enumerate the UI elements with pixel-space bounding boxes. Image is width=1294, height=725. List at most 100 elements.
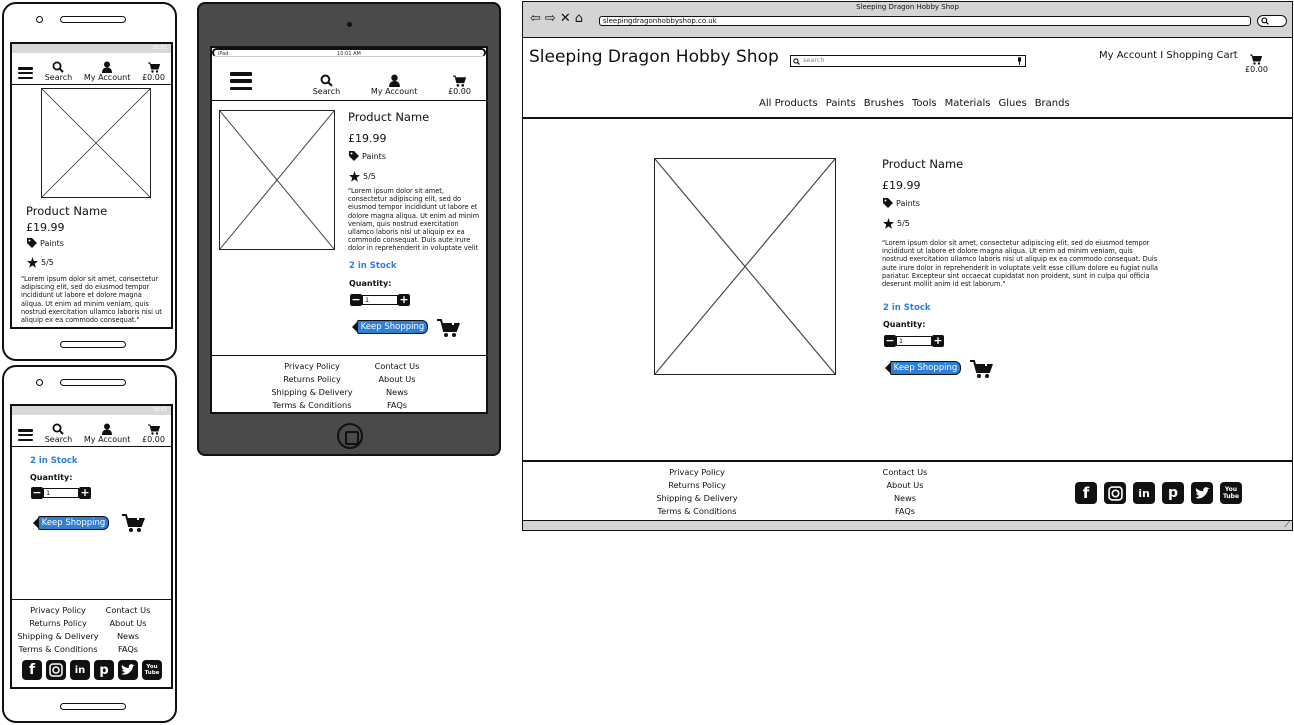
- browser-window: Sleeping Dragon Hobby Shop ⇦ ⇨ ✕ ⌂ sleep…: [522, 1, 1293, 531]
- facebook-icon[interactable]: f: [22, 660, 42, 680]
- nav-paints[interactable]: Paints: [826, 98, 856, 109]
- nav-cart[interactable]: £0.00: [142, 424, 165, 444]
- footer-link-contact[interactable]: Contact Us: [375, 360, 420, 373]
- quantity-stepper[interactable]: − 1 +: [884, 335, 944, 347]
- quantity-field[interactable]: 1: [43, 488, 79, 498]
- back-arrow-icon[interactable]: ⇦: [530, 12, 541, 25]
- footer-link-privacy[interactable]: Privacy Policy: [30, 604, 86, 617]
- nav-brushes[interactable]: Brushes: [864, 98, 904, 109]
- footer-link-contact[interactable]: Contact Us: [106, 604, 151, 617]
- quantity-field[interactable]: 1: [362, 295, 398, 305]
- nav-search-label: Search: [44, 435, 73, 444]
- hamburger-menu-icon[interactable]: [18, 429, 33, 441]
- header-cart-total: £0.00: [1245, 65, 1268, 74]
- footer-link-about[interactable]: About Us: [109, 617, 146, 630]
- nav-search[interactable]: Search: [45, 61, 72, 82]
- twitter-icon[interactable]: [1191, 482, 1213, 504]
- pinterest-icon[interactable]: p: [94, 660, 114, 680]
- nav-cart[interactable]: £0.00: [142, 62, 165, 82]
- footer-link-returns[interactable]: Returns Policy: [283, 373, 341, 386]
- status-time: 10:01: [152, 45, 167, 51]
- keep-shopping-button[interactable]: Keep Shopping: [890, 361, 961, 375]
- nav-account-label: My Account: [83, 435, 131, 444]
- add-to-cart-icon[interactable]: [122, 512, 146, 534]
- footer-link-faqs[interactable]: FAQs: [895, 505, 915, 518]
- footer-link-news[interactable]: News: [894, 492, 916, 505]
- footer-link-shipping[interactable]: Shipping & Delivery: [17, 630, 98, 643]
- footer-link-returns[interactable]: Returns Policy: [29, 617, 87, 630]
- youtube-icon[interactable]: You Tube: [1220, 482, 1242, 504]
- linkedin-icon[interactable]: in: [1133, 482, 1155, 504]
- nav-tools[interactable]: Tools: [912, 98, 937, 109]
- keep-shopping-button[interactable]: Keep Shopping: [38, 516, 109, 530]
- search-icon: [52, 423, 65, 435]
- nav-brands[interactable]: Brands: [1035, 98, 1070, 109]
- footer-links-col1: Privacy Policy Returns Policy Shipping &…: [252, 360, 372, 412]
- footer-link-privacy[interactable]: Privacy Policy: [669, 466, 725, 479]
- microphone-icon[interactable]: [1017, 57, 1022, 65]
- forward-arrow-icon[interactable]: ⇨: [545, 12, 556, 25]
- quantity-field[interactable]: 1: [896, 336, 932, 346]
- nav-materials[interactable]: Materials: [945, 98, 991, 109]
- linkedin-icon[interactable]: in: [70, 660, 90, 680]
- decrement-button[interactable]: −: [31, 487, 43, 499]
- facebook-icon[interactable]: f: [1075, 482, 1097, 504]
- footer-link-terms[interactable]: Terms & Conditions: [272, 399, 351, 412]
- footer-link-terms[interactable]: Terms & Conditions: [657, 505, 736, 518]
- window-title: Sleeping Dragon Hobby Shop: [856, 3, 959, 11]
- footer-link-terms[interactable]: Terms & Conditions: [18, 643, 97, 656]
- footer-link-shipping[interactable]: Shipping & Delivery: [271, 386, 352, 399]
- star-icon: [27, 257, 38, 268]
- footer-link-news[interactable]: News: [386, 386, 408, 399]
- hamburger-menu-icon[interactable]: [230, 72, 252, 90]
- resize-handle-icon[interactable]: ⟋: [1284, 520, 1290, 530]
- decrement-button[interactable]: −: [884, 335, 896, 347]
- youtube-icon[interactable]: You Tube: [142, 660, 162, 680]
- nav-account[interactable]: My Account: [84, 61, 130, 82]
- browser-search-box[interactable]: [1257, 15, 1287, 27]
- nav-search[interactable]: Search: [313, 74, 340, 96]
- footer-link-privacy[interactable]: Privacy Policy: [284, 360, 340, 373]
- footer-link-news[interactable]: News: [117, 630, 139, 643]
- site-title[interactable]: Sleeping Dragon Hobby Shop: [529, 47, 779, 67]
- instagram-icon[interactable]: [46, 660, 66, 680]
- twitter-icon[interactable]: [118, 660, 138, 680]
- nav-cart-total: £0.00: [142, 435, 165, 444]
- nav-cart[interactable]: £0.00: [448, 75, 471, 96]
- search-icon: [320, 74, 333, 87]
- hamburger-menu-icon[interactable]: [18, 67, 33, 79]
- nav-account[interactable]: My Account: [84, 423, 130, 444]
- home-icon[interactable]: ⌂: [575, 12, 583, 25]
- increment-button[interactable]: +: [79, 487, 91, 499]
- decrement-button[interactable]: −: [350, 294, 362, 306]
- close-icon[interactable]: ✕: [560, 12, 571, 25]
- footer-link-faqs[interactable]: FAQs: [118, 643, 138, 656]
- account-cart-links[interactable]: My Account I Shopping Cart: [1099, 50, 1238, 61]
- footer-link-contact[interactable]: Contact Us: [883, 466, 928, 479]
- nav-search[interactable]: Search: [45, 423, 72, 444]
- footer-link-faqs[interactable]: FAQs: [387, 399, 407, 412]
- quantity-stepper[interactable]: − 1 +: [350, 294, 410, 306]
- address-bar[interactable]: sleepingdragonhobbyshop.co.uk: [599, 16, 1251, 26]
- increment-button[interactable]: +: [932, 335, 944, 347]
- browser-chrome: Sleeping Dragon Hobby Shop ⇦ ⇨ ✕ ⌂ sleep…: [523, 2, 1292, 38]
- footer-link-shipping[interactable]: Shipping & Delivery: [656, 492, 737, 505]
- instagram-icon[interactable]: [1104, 482, 1126, 504]
- quantity-stepper[interactable]: − 1 +: [31, 487, 91, 499]
- footer-link-about[interactable]: About Us: [886, 479, 923, 492]
- keep-shopping-button[interactable]: Keep Shopping: [357, 320, 428, 334]
- footer-link-about[interactable]: About Us: [378, 373, 415, 386]
- footer-link-returns[interactable]: Returns Policy: [668, 479, 726, 492]
- cart-icon: [147, 62, 160, 73]
- header-cart[interactable]: £0.00: [1245, 54, 1268, 74]
- nav-all-products[interactable]: All Products: [759, 98, 818, 109]
- add-to-cart-icon[interactable]: [970, 358, 994, 380]
- add-to-cart-icon[interactable]: [437, 317, 461, 339]
- site-search-input[interactable]: search: [790, 55, 1026, 67]
- pinterest-icon[interactable]: p: [1162, 482, 1184, 504]
- increment-button[interactable]: +: [398, 294, 410, 306]
- stock-status: 2 in Stock: [30, 456, 78, 466]
- nav-account[interactable]: My Account: [371, 74, 417, 96]
- star-icon: [349, 171, 360, 182]
- nav-glues[interactable]: Glues: [998, 98, 1026, 109]
